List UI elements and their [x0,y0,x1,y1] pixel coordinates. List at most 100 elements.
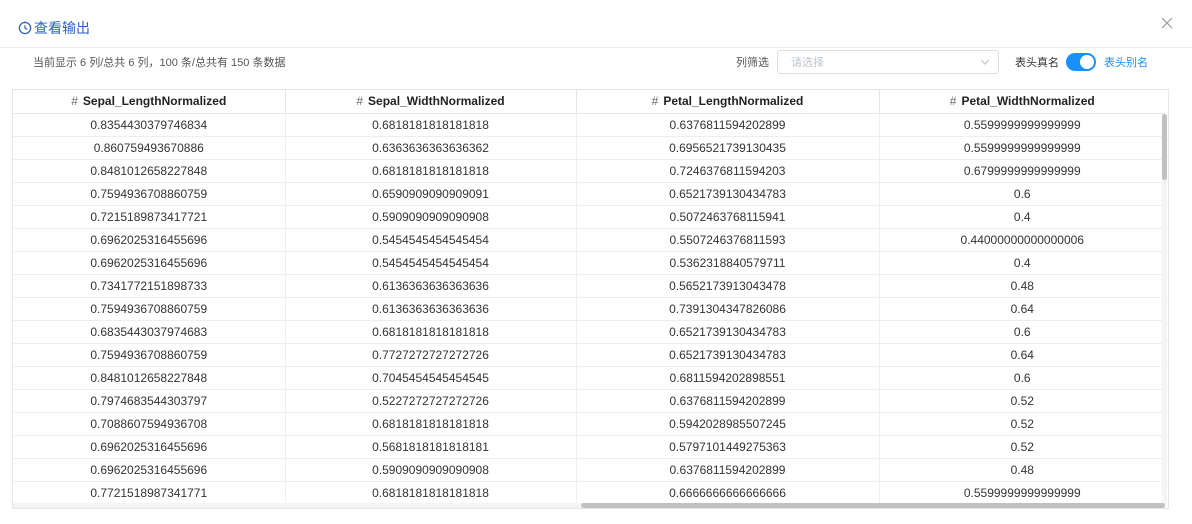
table-cell: 0.6 [879,366,1165,390]
table-row[interactable]: 0.7974683544303797 0.5227272727272726 0.63… [13,389,1165,413]
table-row[interactable]: 0.6962025316455696 0.5681818181818181 0.57… [13,435,1165,459]
table-cell: 0.6590909090909091 [285,182,577,206]
table-cell: 0.6 [879,320,1165,344]
horizontal-scrollbar[interactable] [13,503,1165,508]
close-icon[interactable] [1160,16,1174,30]
table-cell: 0.7727272727272726 [285,343,577,367]
table-cell: 0.8481012658227848 [13,159,286,183]
table-row[interactable]: 0.8354430379746834 0.6818181818181818 0.63… [13,113,1165,137]
table-row[interactable]: 0.7594936708860759 0.6590909090909091 0.65… [13,182,1165,206]
table-cell: 0.6363636363636362 [285,136,577,160]
output-table: # Sepal_LengthNormalized # Sepal_WidthNorm… [12,89,1169,509]
table-header-row: # Sepal_LengthNormalized # Sepal_WidthNorm… [13,90,1165,114]
table-cell: 0.5909090909090908 [285,205,577,229]
column-header[interactable]: # Petal_LengthNormalized [576,90,880,114]
table-row[interactable]: 0.7341772151898733 0.6136363636363636 0.56… [13,274,1165,298]
table-row[interactable]: 0.7088607594936708 0.6818181818181818 0.59… [13,412,1165,436]
table-cell: 0.5652173913043478 [576,274,880,298]
alias-name-label[interactable]: 表头别名 [1104,56,1148,70]
table-cell: 0.6521739130434783 [576,182,880,206]
column-filter-label: 列筛选 [736,57,769,69]
table-cell: 0.6136363636363636 [285,274,577,298]
column-header[interactable]: # Sepal_WidthNormalized [285,90,577,114]
table-cell: 0.7721518987341771 [13,481,286,505]
table-cell: 0.8354430379746834 [13,113,286,137]
table-cell: 0.6376811594202899 [576,458,880,482]
table-cell: 0.6818181818181818 [285,412,577,436]
table-cell: 0.5599999999999999 [879,136,1165,160]
numeric-type-icon: # [71,94,78,109]
table-row[interactable]: 0.7594936708860759 0.7727272727272726 0.65… [13,343,1165,367]
table-cell: 0.5942028985507245 [576,412,880,436]
table-row[interactable]: 0.6835443037974683 0.6818181818181818 0.65… [13,320,1165,344]
table-cell: 0.6376811594202899 [576,113,880,137]
table-cell: 0.5507246376811593 [576,228,880,252]
numeric-type-icon: # [651,94,659,109]
table-row[interactable]: 0.7594936708860759 0.6136363636363636 0.73… [13,297,1165,321]
column-header-label: Petal_WidthNormalized [961,94,1095,109]
numeric-type-icon: # [356,94,364,109]
table-cell: 0.5227272727272726 [285,389,577,413]
table-cell: 0.48 [879,274,1165,298]
table-cell: 0.4 [879,205,1165,229]
real-name-label[interactable]: 表头真名 [1015,56,1059,70]
table-cell: 0.5599999999999999 [879,481,1165,505]
table-row[interactable]: 0.7721518987341771 0.6818181818181818 0.66… [13,481,1165,505]
toolbar: 当前显示 6 列/总共 6 列，100 条/总共有 150 条数据 列筛选 请选… [0,48,1192,78]
toggle-knob [1080,55,1094,69]
table-cell: 0.7341772151898733 [13,274,286,298]
table-cell: 0.7045454545454545 [285,366,577,390]
table-cell: 0.6376811594202899 [576,389,880,413]
column-header-label: Petal_LengthNormalized [663,94,804,109]
chevron-down-icon [980,59,990,65]
table-row[interactable]: 0.860759493670886 0.6363636363636362 0.695… [13,136,1165,160]
table-body: 0.8354430379746834 0.6818181818181818 0.63… [13,113,1165,505]
clock-icon [18,21,32,35]
table-cell: 0.6962025316455696 [13,251,286,275]
table-row[interactable]: 0.6962025316455696 0.5454545454545454 0.53… [13,251,1165,275]
table-cell: 0.6136363636363636 [285,297,577,321]
column-header[interactable]: # Petal_WidthNormalized [879,90,1165,114]
data-table: # Sepal_LengthNormalized # Sepal_WidthNorm… [13,90,1165,505]
table-cell: 0.52 [879,435,1165,459]
table-cell: 0.5362318840579711 [576,251,880,275]
table-cell: 0.6521739130434783 [576,320,880,344]
dialog-header: 查看输出 [0,0,1192,48]
table-cell: 0.64 [879,343,1165,367]
table-cell: 0.7215189873417721 [13,205,286,229]
table-cell: 0.6818181818181818 [285,159,577,183]
table-cell: 0.4 [879,251,1165,275]
table-cell: 0.52 [879,412,1165,436]
table-cell: 0.6811594202898551 [576,366,880,390]
table-cell: 0.5681818181818181 [285,435,577,459]
table-cell: 0.6521739130434783 [576,343,880,367]
column-header-label: Sepal_WidthNormalized [368,94,505,109]
vertical-scrollbar-thumb[interactable] [1162,114,1167,180]
column-filter-select[interactable]: 请选择 [777,50,999,74]
table-cell: 0.860759493670886 [13,136,286,160]
table-cell: 0.44000000000000006 [879,228,1165,252]
dialog-title-wrap: 查看输出 [18,18,90,38]
column-filter-placeholder: 请选择 [791,57,824,69]
table-cell: 0.6962025316455696 [13,435,286,459]
table-row[interactable]: 0.7215189873417721 0.5909090909090908 0.50… [13,205,1165,229]
table-cell: 0.5072463768115941 [576,205,880,229]
table-cell: 0.7594936708860759 [13,343,286,367]
table-cell: 0.6666666666666666 [576,481,880,505]
horizontal-scrollbar-thumb[interactable] [581,503,1165,508]
table-cell: 0.8481012658227848 [13,366,286,390]
table-cell: 0.5454545454545454 [285,251,577,275]
table-cell: 0.6956521739130435 [576,136,880,160]
data-summary-text: 当前显示 6 列/总共 6 列，100 条/总共有 150 条数据 [33,57,286,69]
table-row[interactable]: 0.6962025316455696 0.5909090909090908 0.63… [13,458,1165,482]
table-cell: 0.7246376811594203 [576,159,880,183]
vertical-scrollbar[interactable] [1162,114,1167,505]
header-name-toggle[interactable] [1066,53,1096,71]
table-cell: 0.6818181818181818 [285,113,577,137]
table-cell: 0.6962025316455696 [13,458,286,482]
table-cell: 0.6818181818181818 [285,481,577,505]
table-row[interactable]: 0.8481012658227848 0.6818181818181818 0.72… [13,159,1165,183]
table-row[interactable]: 0.6962025316455696 0.5454545454545454 0.55… [13,228,1165,252]
table-row[interactable]: 0.8481012658227848 0.7045454545454545 0.68… [13,366,1165,390]
column-header[interactable]: # Sepal_LengthNormalized [13,90,286,114]
